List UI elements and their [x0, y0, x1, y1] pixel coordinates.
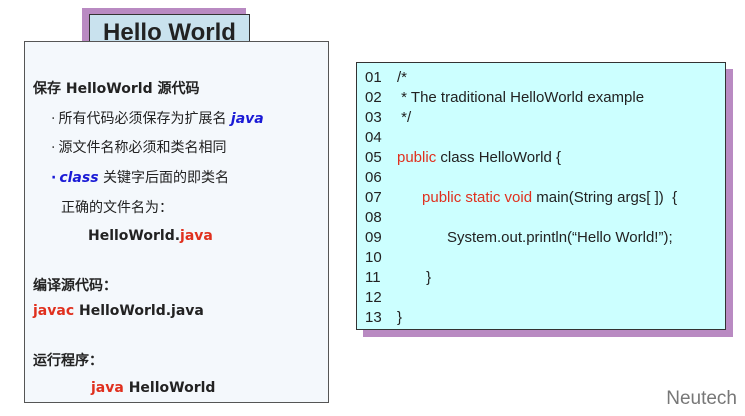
code-line: 08	[357, 208, 397, 228]
code-line: 11 }	[357, 268, 431, 288]
compile-cmd: javac	[33, 303, 75, 319]
bullet-extension: · 所有代码必须保存为扩展名 java	[51, 108, 264, 128]
line-number: 09	[365, 229, 382, 246]
code-line: 03 */	[357, 108, 411, 128]
code-text: }	[397, 309, 403, 326]
run-heading: 运行程序：	[33, 353, 103, 369]
bullet-filename: · 源文件名称必须和类名相同	[51, 137, 226, 157]
code-text: main(String args[ ]) {	[532, 189, 678, 206]
bullet-dot: ·	[51, 111, 56, 127]
bullet-class: · class 关键字后面的即类名	[51, 167, 229, 187]
line-number: 03	[365, 109, 382, 126]
code-line: 07 public static void main(String args[ …	[357, 188, 677, 208]
bullet-dot: ·	[51, 140, 56, 156]
code-line: 01 /*	[357, 68, 407, 88]
code-text: System.out.println(“Hello World!”);	[397, 229, 673, 246]
instructions-panel: 保存 HelloWorld 源代码 · 所有代码必须保存为扩展名 java · 源文…	[24, 41, 329, 403]
brand-logo-text: Neutech	[666, 388, 737, 409]
code-line: 13}	[357, 308, 402, 328]
bullet-dot: ·	[51, 170, 57, 186]
code-text: */	[397, 109, 412, 126]
line-number: 12	[365, 289, 382, 306]
bullet1-text: 所有代码必须保存为扩展名	[58, 111, 231, 127]
line-number: 05	[365, 149, 382, 166]
line-number: 10	[365, 249, 382, 266]
line-number: 08	[365, 209, 382, 226]
code-line: 10	[357, 248, 397, 268]
code-text: class HelloWorld {	[436, 149, 561, 166]
code-listing: 01 /* 02 * The traditional HelloWorld exam…	[356, 62, 726, 330]
line-number: 13	[365, 309, 382, 326]
code-line: 09 System.out.println(“Hello World!”);	[357, 228, 673, 248]
file-ext: java	[180, 228, 213, 244]
line-number: 07	[365, 189, 382, 206]
run-cmd: java	[91, 380, 124, 396]
line-number: 06	[365, 169, 382, 186]
compile-command: javac HelloWorld.java	[33, 303, 204, 319]
code-text: /*	[397, 69, 408, 86]
code-line: 05 public class HelloWorld {	[357, 148, 561, 168]
correct-label: 正确的文件名为：	[61, 200, 173, 216]
bullet2-text: 源文件名称必须和类名相同	[58, 140, 227, 156]
code-text: * The traditional HelloWorld example	[397, 89, 645, 106]
line-number: 04	[365, 129, 382, 146]
code-line: 06	[357, 168, 397, 188]
code-text: }	[397, 269, 432, 286]
line-number: 02	[365, 89, 382, 106]
code-keyword: public static void	[422, 189, 533, 206]
code-keyword: public	[397, 149, 437, 166]
code-line: 02 * The traditional HelloWorld example	[357, 88, 644, 108]
line-number: 01	[365, 69, 382, 86]
code-line: 12	[357, 288, 397, 308]
correct-filename: HelloWorld.java	[88, 228, 213, 244]
save-heading: 保存 HelloWorld 源代码	[33, 81, 200, 97]
code-line: 04	[357, 128, 397, 148]
run-command: java HelloWorld	[91, 380, 215, 396]
compile-heading: 编译源代码：	[33, 278, 117, 294]
file-base: HelloWorld.	[88, 228, 181, 244]
line-number: 11	[365, 269, 381, 286]
bullet3-text: 关键字后面的即类名	[98, 170, 229, 186]
bullet3-kw: class	[59, 170, 99, 186]
bullet1-ext: java	[230, 111, 264, 127]
run-arg: HelloWorld	[123, 380, 216, 396]
compile-arg: HelloWorld.java	[74, 303, 204, 319]
